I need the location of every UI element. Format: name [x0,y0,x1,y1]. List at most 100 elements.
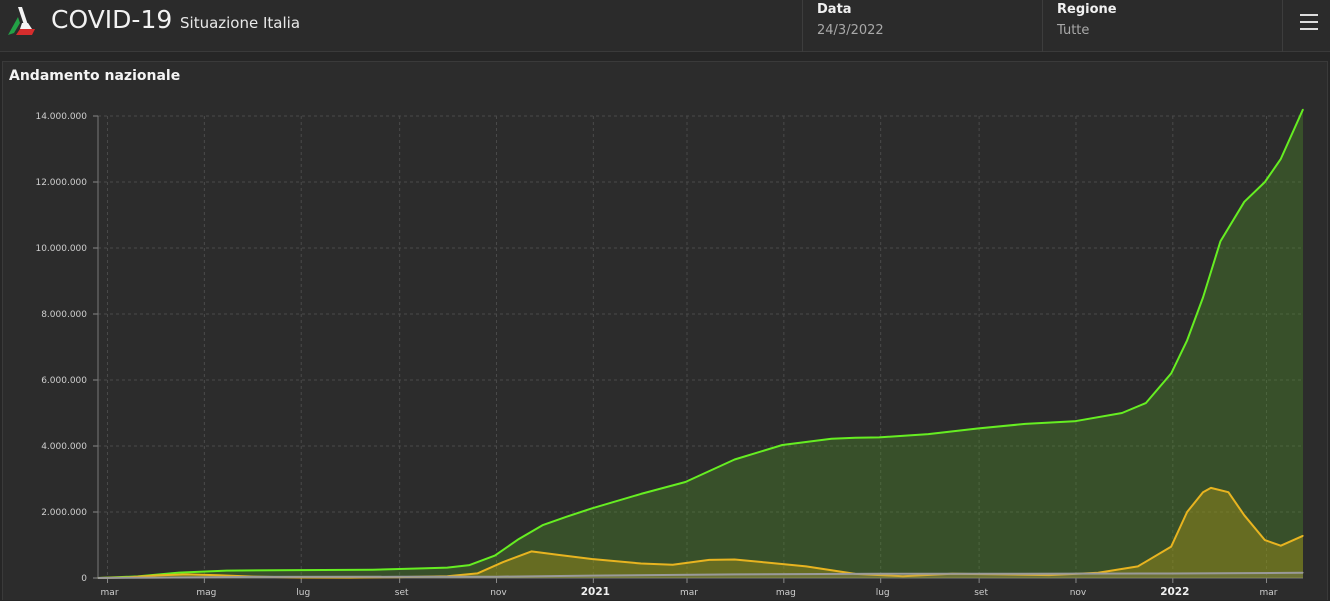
data-point-active [218,574,220,576]
data-point-total [518,538,520,540]
data-point-total [1302,108,1304,110]
x-tick-label: mar [1259,588,1277,598]
app-title: COVID-19 [51,5,173,34]
data-point-active [640,562,642,565]
data-point-active [186,573,188,576]
data-point-active [591,558,593,560]
data-point-total [781,444,783,446]
data-point-active [1243,514,1245,516]
data-point-active [156,574,158,576]
x-tick-label: nov [1070,588,1087,598]
data-point-active [1280,545,1282,547]
data-point-total [541,524,544,526]
data-point-total [275,569,277,571]
y-tick-label: 14.000.000 [35,112,87,122]
x-tick-label: set [395,588,409,598]
x-tick-label: mag [776,588,796,598]
data-point-total [322,569,325,571]
menu-bar [1300,28,1318,30]
data-point-total [1202,296,1204,299]
y-tick-label: 0 [81,574,87,584]
hamburger-menu-icon[interactable] [1282,0,1330,52]
y-tick-label: 2.000.000 [41,508,87,518]
data-point-active [502,561,504,563]
x-tick-label: lug [296,588,310,598]
data-point-total [468,564,471,566]
data-point-total [1145,402,1147,404]
data-point-total [976,427,979,430]
data-point-active [1137,565,1139,568]
app-subtitle: Situazione Italia [180,14,301,32]
date-label: Data [817,2,852,17]
x-tick-label: mag [196,588,216,598]
y-tick-label: 8.000.000 [41,310,87,320]
series-area-total [98,109,1303,579]
region-value[interactable]: Tutte [1057,23,1089,38]
data-point-active [1210,487,1212,489]
y-tick-label: 12.000.000 [35,178,87,188]
app-header: COVID-19 Situazione Italia Data 24/3/202… [0,0,1330,52]
data-point-other [399,576,401,578]
y-tick-label: 4.000.000 [41,442,87,452]
y-tick-label: 6.000.000 [41,376,87,386]
data-point-other [97,577,99,579]
data-point-other [252,576,255,578]
menu-bar [1300,14,1318,16]
data-point-total [565,516,567,518]
national-trend-panel: Andamento nazionale 0 2.000.000 4.000.000 6… [2,61,1328,600]
data-point-other [1024,573,1026,575]
data-point-active [1264,539,1266,541]
data-point-total [734,458,736,461]
data-point-total [1219,240,1222,242]
x-tick-label: mar [680,588,698,598]
data-point-total [372,569,374,571]
data-point-total [178,571,180,574]
data-point-active [765,561,767,564]
data-point-total [1024,423,1026,425]
y-tick-label: 10.000.000 [35,244,87,254]
region-label: Regione [1057,2,1117,17]
national-trend-chart[interactable]: 0 2.000.000 4.000.000 6.000.000 8.000.000 10.… [3,62,1329,601]
menu-bar [1300,21,1318,23]
x-tick-label: mar [101,588,119,598]
data-point-active [1170,546,1172,548]
data-point-total [446,567,448,569]
data-point-active [557,554,560,556]
data-point-active [708,559,710,561]
data-point-total [1170,372,1172,374]
data-point-total [421,567,423,570]
data-point-total [591,507,593,509]
data-point-active [672,564,674,566]
data-point-active [1302,535,1304,537]
data-point-other [1170,572,1172,575]
region-selector[interactable]: Regione Tutte [1042,0,1282,52]
data-point-other [156,577,158,579]
data-point-total [1243,201,1245,203]
data-point-total [1186,339,1188,341]
data-point-total [1121,412,1123,414]
data-point-other [878,573,880,575]
data-point-total [494,554,496,557]
x-tick-label: set [974,588,988,598]
data-point-other [734,573,736,575]
data-point-active [1186,511,1188,513]
data-point-total [1073,420,1075,422]
data-point-total [684,481,687,483]
data-point-total [878,436,880,439]
data-point-active [805,565,807,568]
data-point-other [1302,572,1304,574]
data-point-other [495,576,498,578]
protezione-civile-logo-icon [8,7,35,35]
date-selector[interactable]: Data 24/3/2022 [802,0,1042,52]
date-value[interactable]: 24/3/2022 [817,23,884,38]
data-point-total [640,493,642,495]
x-tick-year-label: 2021 [581,586,610,598]
x-tick-label: nov [490,588,507,598]
data-point-total [225,569,228,572]
data-point-active [1227,491,1229,493]
data-point-total [830,438,833,440]
data-point-total [1264,181,1266,183]
data-point-total [1280,158,1282,160]
data-point-active [476,572,479,574]
data-point-active [1202,491,1204,493]
